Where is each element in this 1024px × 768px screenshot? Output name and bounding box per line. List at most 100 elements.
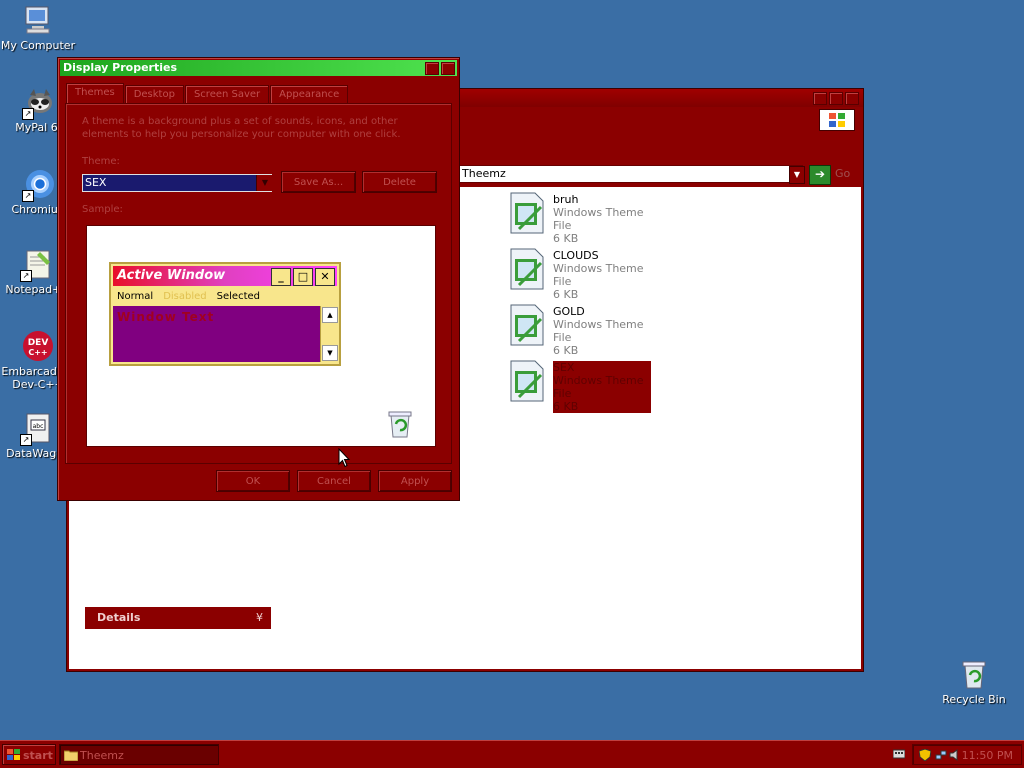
shortcut-arrow-icon: ↗: [20, 434, 32, 446]
dialog-tabs: Themes Desktop Screen Saver Appearance: [66, 83, 349, 104]
dev-cpp-icon: DEV C++: [22, 330, 54, 362]
ok-button[interactable]: OK: [216, 470, 290, 492]
recycle-bin-icon: [388, 411, 412, 438]
help-button[interactable]: [425, 62, 439, 75]
preview-menu-selected: Selected: [216, 291, 260, 302]
file-name: CLOUDS: [553, 249, 599, 262]
preview-title-bar: Active Window _ □ ✕: [113, 266, 337, 286]
file-size: 6 KB: [553, 288, 579, 301]
chromium-icon: ↗: [22, 168, 56, 202]
themes-tab-panel: A theme is a background plus a set of so…: [65, 103, 452, 464]
tab-themes[interactable]: Themes: [66, 83, 124, 104]
preview-menu-normal: Normal: [117, 291, 154, 302]
file-type: Windows Theme File: [553, 206, 644, 232]
taskbar: start Theemz 11:50 PM: [0, 740, 1024, 768]
chevron-down-icon[interactable]: ¥: [256, 607, 263, 629]
file-size: 6 KB: [553, 400, 579, 413]
display-properties-dialog[interactable]: Display Properties Themes Desktop Screen…: [57, 57, 460, 501]
preview-window: Active Window _ □ ✕ Normal Disabled Sele…: [109, 262, 341, 366]
shortcut-arrow-icon: ↗: [22, 108, 34, 120]
file-item[interactable]: CLOUDS Windows Theme File 6 KB: [509, 247, 659, 301]
sample-label: Sample:: [82, 204, 123, 215]
go-arrow-icon[interactable]: ➔: [809, 165, 831, 185]
mouse-cursor-icon: [338, 448, 350, 468]
address-input[interactable]: Theemz: [459, 165, 803, 183]
save-as-button[interactable]: Save As...: [281, 171, 356, 193]
minimize-icon: _: [271, 268, 291, 286]
details-panel-header[interactable]: Details ¥: [85, 607, 271, 629]
svg-text:abc: abc: [33, 423, 44, 430]
clock[interactable]: 11:50 PM: [962, 745, 1013, 766]
dialog-title-bar[interactable]: Display Properties: [60, 60, 457, 76]
scroll-down-arrow-icon: ▼: [322, 345, 338, 361]
file-size: 6 KB: [553, 344, 579, 357]
taskbar-item-theemz[interactable]: Theemz: [59, 744, 219, 765]
close-button[interactable]: [441, 62, 455, 75]
details-label: Details: [97, 611, 141, 624]
windows-logo-icon: [819, 109, 855, 131]
preview-menu: Normal Disabled Selected: [117, 291, 260, 302]
theme-file-icon: [510, 304, 544, 346]
file-item[interactable]: GOLD Windows Theme File 6 KB: [509, 303, 659, 357]
apply-button[interactable]: Apply: [378, 470, 452, 492]
minimize-button[interactable]: [813, 92, 827, 105]
notepad-plus-plus-icon: ↗: [20, 248, 54, 282]
system-tray: 11:50 PM: [912, 744, 1022, 765]
tab-desktop[interactable]: Desktop: [124, 85, 184, 104]
recycle-bin-icon: [958, 658, 990, 690]
datawagon-icon: abc ↗: [20, 412, 54, 446]
windows-logo-icon: [7, 749, 20, 760]
volume-icon[interactable]: [949, 749, 961, 761]
start-button[interactable]: start: [2, 744, 56, 765]
go-button-label[interactable]: Go: [835, 167, 850, 180]
network-icon[interactable]: [935, 749, 947, 761]
desktop-icon-recycle-bin[interactable]: Recycle Bin: [936, 658, 1012, 706]
close-button[interactable]: [845, 92, 859, 105]
address-dropdown-arrow-icon[interactable]: ▼: [789, 166, 805, 184]
preview-window-text-area: Window Text ▲ ▼: [113, 306, 338, 362]
theme-description: A theme is a background plus a set of so…: [82, 116, 401, 140]
keyboard-icon[interactable]: [893, 748, 905, 760]
desktop-icon-label: My Computer: [0, 39, 76, 52]
file-name: SEX: [553, 361, 575, 374]
maximize-button[interactable]: [829, 92, 843, 105]
scroll-up-arrow-icon: ▲: [322, 307, 338, 323]
security-shield-icon[interactable]: [919, 749, 931, 761]
theme-file-icon: [510, 360, 544, 402]
preview-title: Active Window: [117, 268, 226, 283]
start-label: start: [23, 749, 53, 762]
desktop-icon-my-computer[interactable]: My Computer: [0, 4, 76, 52]
raccoon-icon: ↗: [22, 86, 56, 120]
file-type: Windows Theme File: [553, 262, 644, 288]
file-type: Windows Theme File: [553, 318, 644, 344]
delete-button[interactable]: Delete: [362, 171, 437, 193]
theme-file-icon: [510, 248, 544, 290]
theme-file-icon: [510, 192, 544, 234]
theme-label: Theme:: [82, 156, 120, 167]
shortcut-arrow-icon: ↗: [22, 190, 34, 202]
file-size: 6 KB: [553, 232, 579, 245]
desktop-icon-label: Recycle Bin: [942, 693, 1006, 706]
tab-screen-saver[interactable]: Screen Saver: [184, 85, 270, 104]
preview-scrollbar: ▲ ▼: [320, 306, 338, 362]
taskbar-item-label: Theemz: [80, 749, 124, 762]
theme-select[interactable]: SEX: [82, 174, 272, 192]
close-icon: ✕: [315, 268, 335, 286]
chevron-down-icon[interactable]: ▼: [256, 175, 273, 191]
tab-appearance[interactable]: Appearance: [270, 85, 349, 104]
preview-menu-disabled: Disabled: [163, 291, 207, 302]
file-item[interactable]: bruh Windows Theme File 6 KB: [509, 191, 659, 245]
file-item-selected[interactable]: SEX Windows Theme File 6 KB: [509, 359, 659, 413]
file-type: Windows Theme File: [553, 374, 644, 400]
svg-text:C++: C++: [28, 348, 47, 357]
file-name: bruh: [553, 193, 579, 206]
maximize-icon: □: [293, 268, 313, 286]
computer-icon: [22, 4, 54, 36]
file-name: GOLD: [553, 305, 585, 318]
dialog-title: Display Properties: [63, 61, 178, 74]
preview-window-text: Window Text: [117, 310, 215, 324]
cancel-button[interactable]: Cancel: [297, 470, 371, 492]
shortcut-arrow-icon: ↗: [20, 270, 32, 282]
folder-icon: [64, 750, 78, 761]
theme-preview: Active Window _ □ ✕ Normal Disabled Sele…: [86, 225, 436, 447]
